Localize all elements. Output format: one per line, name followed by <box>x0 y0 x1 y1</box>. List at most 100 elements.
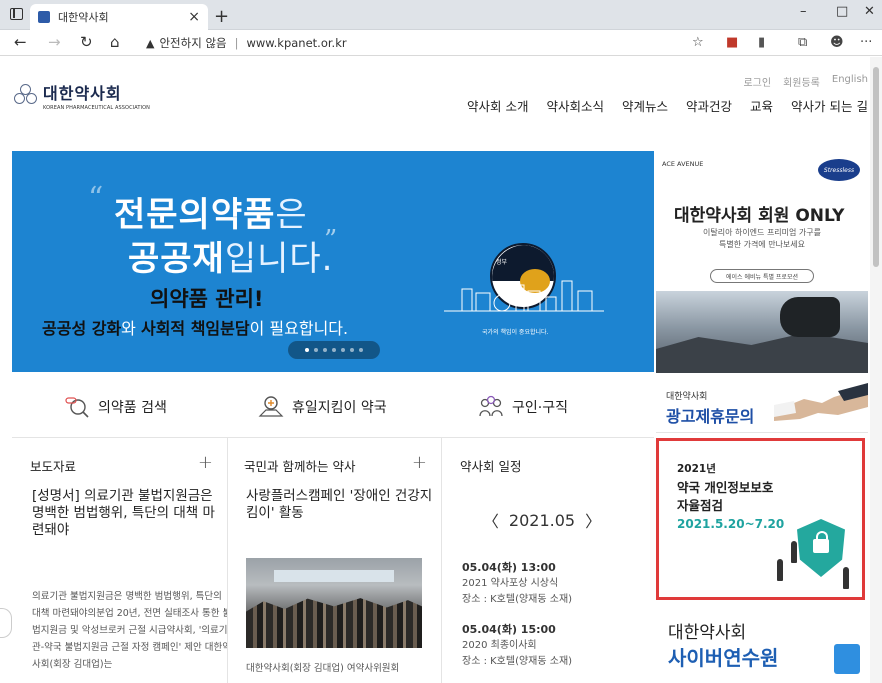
section-title: 국민과 함께하는 약사 <box>244 459 356 474</box>
favorite-star-icon[interactable]: ☆ <box>692 35 704 50</box>
more-menu-button[interactable]: ··· <box>860 35 872 50</box>
campaign-body[interactable]: 대한약사회(회장 김대업) 여약사위원회 <box>246 660 441 674</box>
forward-button[interactable]: → <box>48 33 61 51</box>
section-title: 약사회 일정 <box>460 459 522 474</box>
home-button[interactable]: ⌂ <box>110 33 120 51</box>
maximize-button[interactable]: □ <box>836 4 848 19</box>
ad-badge-logo: Stressless <box>818 159 860 181</box>
partnership-ad-banner[interactable]: 대한약사회 광고제휴문의 <box>656 375 868 433</box>
register-link[interactable]: 회원등록 <box>783 74 820 89</box>
privacy-checkup-ad[interactable]: 2021년 약국 개인정보보호 자율점검 2021.5.20~7.20 <box>656 438 865 600</box>
person-icon <box>791 541 797 563</box>
quick-item-jobs[interactable]: 구인·구직 <box>478 394 568 420</box>
profile-icon[interactable]: ☻ <box>830 35 844 50</box>
extension-2-icon[interactable]: ▮ <box>758 35 765 50</box>
tab-title: 대한약사회 <box>58 11 109 24</box>
slide-dot[interactable] <box>359 348 363 352</box>
more-button[interactable]: + <box>412 452 427 473</box>
medicine-lineart-icon <box>444 280 604 312</box>
partner-ad-title: 광고제휴문의 <box>666 407 755 426</box>
privacy-ad-title-1: 약국 개인정보보호 <box>677 480 774 495</box>
handshake-icon <box>774 383 868 421</box>
scrollbar-thumb[interactable] <box>873 67 879 267</box>
nav-item-about[interactable]: 약사회 소개 <box>467 96 528 115</box>
section-title: 보도자료 <box>30 459 77 474</box>
cyber-ad-line-1: 대한약사회 <box>668 623 747 643</box>
english-link[interactable]: English <box>832 74 868 89</box>
furniture-ad-banner[interactable]: ACE AVENUE Stressless 대한약사회 회원 ONLY 이탈리아… <box>656 151 868 373</box>
quick-item-drug-search[interactable]: 의약품 검색 <box>64 394 167 420</box>
page-scrollbar[interactable] <box>870 57 882 683</box>
slide-dot[interactable] <box>350 348 354 352</box>
main-navigation: 약사회 소개 약사회소식 약계뉴스 약과건강 교육 약사가 되는 길 <box>467 96 868 115</box>
package-icon <box>834 644 860 674</box>
person-icon <box>843 567 849 589</box>
url-field[interactable]: ▲ 안전하지 않음 | www.kpanet.or.kr <box>146 35 347 51</box>
logo-korean-text: 대한약사회 <box>43 84 122 103</box>
nav-item-health[interactable]: 약과건강 <box>686 96 732 115</box>
campaign-photo[interactable] <box>246 558 422 648</box>
hero-line-1: 전문의약품은 <box>114 195 308 235</box>
slide-dot[interactable] <box>314 348 318 352</box>
ad-title: 대한약사회 회원 ONLY <box>674 206 845 226</box>
tab-actions-icon[interactable] <box>10 8 23 20</box>
press-headline[interactable]: [성명서] 의료기관 불법지원금은 명백한 범법행위, 특단의 대책 마련돼야 <box>32 488 222 539</box>
schedule-item[interactable]: 05.04(화) 13:00 2021 약사포상 시상식 장소 : K호텔(양재… <box>462 560 572 608</box>
slide-dot[interactable] <box>341 348 345 352</box>
privacy-ad-dates: 2021.5.20~7.20 <box>677 517 785 531</box>
utility-links: 로그인 회원등록 English <box>743 74 868 89</box>
schedule-item[interactable]: 05.04(화) 15:00 2020 최종이사회 장소 : K호텔(양재동 소… <box>462 622 572 670</box>
nav-item-education[interactable]: 교육 <box>750 96 773 115</box>
extension-icon[interactable]: ■ <box>726 35 738 50</box>
hero-caption: 국가의 책임이 중요합니다. <box>482 329 549 336</box>
slide-dot[interactable] <box>305 348 309 352</box>
press-release-section: 보도자료 + [성명서] 의료기관 불법지원금은 명백한 범법행위, 특단의 대… <box>12 438 228 683</box>
security-warning-label: 안전하지 않음 <box>159 36 227 50</box>
quick-item-holiday-pharmacy[interactable]: 휴일지킴이 약국 <box>258 394 387 420</box>
new-tab-button[interactable]: + <box>214 6 229 27</box>
lock-icon <box>813 531 829 553</box>
warning-icon: ▲ <box>146 36 155 50</box>
collections-icon[interactable]: ⧉ <box>798 35 807 50</box>
next-month-button[interactable]: 〉 <box>585 508 601 532</box>
nav-item-news[interactable]: 약사회소식 <box>546 96 604 115</box>
browser-tab[interactable]: 대한약사회 × <box>30 4 208 30</box>
hero-banner[interactable]: “ 전문의약품은 공공재입니다. ” 의약품 관리! 공공성 강화와 사회적 책… <box>12 151 654 372</box>
logo-english-text: KOREAN PHARMACEUTICAL ASSOCIATION <box>43 105 150 111</box>
slide-pagination[interactable] <box>288 341 380 359</box>
slide-dot[interactable] <box>332 348 336 352</box>
close-window-button[interactable]: ✕ <box>864 4 875 19</box>
month-navigator: 〈 2021.05 〉 <box>442 508 642 532</box>
url-text: www.kpanet.or.kr <box>246 36 347 50</box>
slide-dot[interactable] <box>323 348 327 352</box>
tab-close-button[interactable]: × <box>188 9 200 25</box>
back-button[interactable]: ← <box>14 33 27 51</box>
url-separator: | <box>234 36 239 50</box>
prev-month-button[interactable]: 〈 <box>483 508 499 532</box>
campaign-section: 국민과 함께하는 약사 + 사랑플러스캠페인 '장애인 건강지킴이' 활동 대한… <box>228 438 442 683</box>
campaign-headline[interactable]: 사랑플러스캠페인 '장애인 건강지킴이' 활동 <box>246 488 436 522</box>
ad-promo-button[interactable]: 에이스 에비뉴 특별 프로모션 <box>710 269 814 283</box>
privacy-ad-title-2: 자율점검 <box>677 498 724 513</box>
schedule-section: 약사회 일정 〈 2021.05 〉 05.04(화) 13:00 2021 약… <box>442 438 654 683</box>
favicon-icon <box>38 11 50 23</box>
cyber-ad-line-2: 사이버연수원 <box>668 646 779 670</box>
more-button[interactable]: + <box>198 452 213 473</box>
press-body[interactable]: 의료기관 불법지원금은 명백한 범법행위, 특단의 대책 마련돼야의분업 20년… <box>32 588 227 673</box>
people-icon <box>479 395 503 417</box>
pill-search-icon <box>65 397 89 418</box>
current-month: 2021.05 <box>508 510 576 530</box>
login-link[interactable]: 로그인 <box>743 74 771 89</box>
cyber-academy-ad[interactable]: 대한약사회 사이버연수원 <box>656 604 868 683</box>
nav-item-industry-news[interactable]: 약계뉴스 <box>622 96 668 115</box>
globe-label: 정부 <box>496 259 508 266</box>
minimize-button[interactable]: – <box>800 4 807 19</box>
refresh-button[interactable]: ↻ <box>80 33 93 51</box>
quick-item-label: 휴일지킴이 약국 <box>292 400 387 416</box>
site-logo[interactable]: 대한약사회 KOREAN PHARMACEUTICAL ASSOCIATION <box>14 80 150 111</box>
ad-scene-image <box>656 291 868 373</box>
side-handle[interactable] <box>0 608 12 638</box>
ad-subtitle-1: 이탈리아 하이엔드 프리미엄 가구를 <box>702 228 822 237</box>
hero-line-2: 공공재입니다. <box>128 239 334 279</box>
nav-item-career[interactable]: 약사가 되는 길 <box>791 96 868 115</box>
